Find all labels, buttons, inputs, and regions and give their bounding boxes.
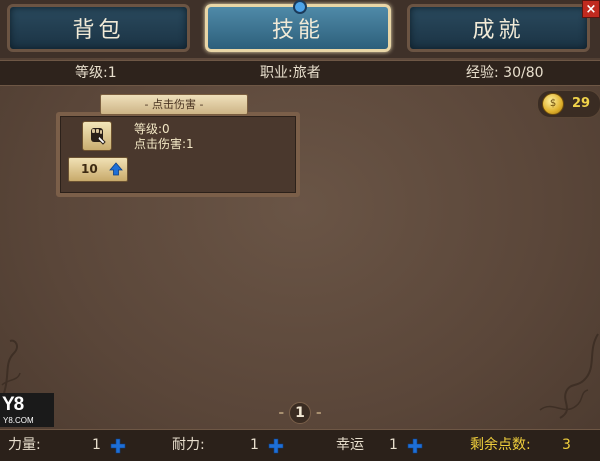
stats-bar: 等级:1 职业:旅者 经验: 30/80 xyxy=(0,60,600,86)
strength-value: 1 xyxy=(92,437,101,453)
class-stat: 职业:旅者 xyxy=(260,65,321,81)
add-stamina-button[interactable] xyxy=(268,438,284,454)
page-indicator: - 1 - xyxy=(278,402,322,424)
luck-label: 幸运 xyxy=(336,437,364,453)
gold-counter: $ 29 xyxy=(537,90,600,118)
exp-stat: 经验: 30/80 xyxy=(466,65,544,81)
add-luck-button[interactable] xyxy=(407,438,423,454)
tab-skills-label: 技能 xyxy=(271,18,324,43)
stamina-label: 耐力: xyxy=(172,437,205,453)
tab-bar: 背包 技能 成就 xyxy=(0,0,600,58)
logo-main-text: Y8 xyxy=(2,394,24,415)
remaining-points-label: 剩余点数: xyxy=(470,437,531,453)
strength-label: 力量: xyxy=(8,437,41,453)
remaining-points-value: 3 xyxy=(562,437,571,453)
stamina-value: 1 xyxy=(250,437,259,453)
tab-achievements-label: 成就 xyxy=(472,18,525,43)
tab-backpack-label: 背包 xyxy=(72,18,125,43)
luck-value: 1 xyxy=(389,437,398,453)
gold-value: 29 xyxy=(572,96,591,111)
level-stat: 等级:1 xyxy=(75,65,117,81)
close-button[interactable]: × xyxy=(582,0,600,18)
tab-achievements[interactable]: 成就 xyxy=(407,4,590,52)
swirl-ornament-right xyxy=(539,333,599,419)
page-number: 1 xyxy=(289,402,311,424)
swirl-ornament-left xyxy=(1,339,21,394)
skill-damage: 点击伤害:1 xyxy=(134,137,194,151)
add-strength-button[interactable] xyxy=(110,438,126,454)
skill-name-tag: - 点击伤害 - xyxy=(100,94,248,115)
arrow-up-icon xyxy=(109,162,123,176)
upgrade-skill-button[interactable]: 10 xyxy=(68,157,128,182)
tab-backpack[interactable]: 背包 xyxy=(7,4,190,52)
logo-sub-text: Y8.COM xyxy=(3,416,34,425)
gem-ornament-icon xyxy=(293,0,307,14)
fist-icon xyxy=(82,121,112,151)
y8-logo[interactable]: Y8 Y8.COM xyxy=(0,393,54,427)
game-screen: 背包 技能 成就 × 等级:1 职业:旅者 经验: 30/80 $ 29 - 点… xyxy=(0,0,600,461)
upgrade-cost: 10 xyxy=(81,162,98,176)
gold-coin-icon: $ xyxy=(542,93,564,115)
attribute-bar: 力量: 1 耐力: 1 幸运 1 剩余点数: 3 xyxy=(0,429,600,461)
